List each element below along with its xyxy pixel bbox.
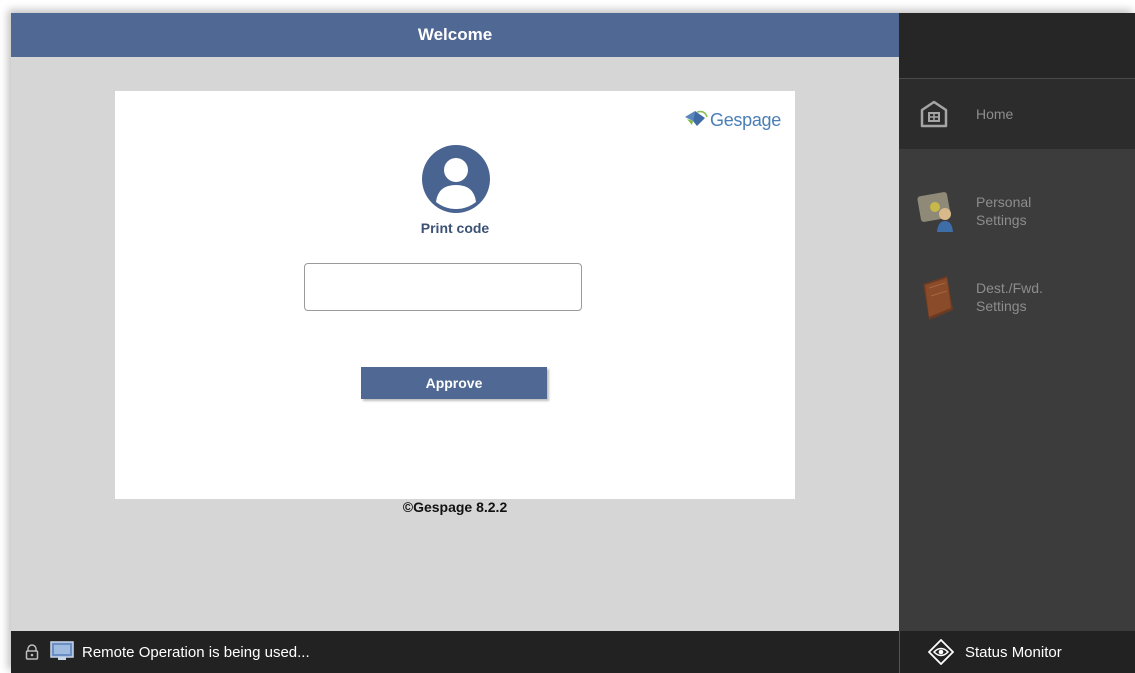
page-title: Welcome (417, 25, 493, 44)
side-item-home[interactable]: Home (899, 79, 1135, 149)
gespage-logo-icon (685, 110, 708, 126)
side-menu-header (899, 13, 1135, 79)
dest-fwd-settings-label: Dest./Fwd. Settings (976, 279, 1043, 315)
print-code-input[interactable] (304, 263, 582, 311)
home-icon (920, 100, 948, 128)
gespage-logo: Gespage (683, 109, 781, 131)
status-monitor-label: Status Monitor (965, 643, 1062, 661)
dest-fwd-settings-line2: Settings (976, 298, 1027, 314)
approve-button[interactable]: Approve (361, 367, 547, 399)
print-code-label: Print code (420, 220, 490, 236)
logo-text: Gespage (710, 109, 781, 130)
copyright-text: ©Gespage 8.2.2 (402, 499, 508, 515)
lock-icon[interactable] (25, 644, 39, 660)
side-menu: Home Personal Settings Dest./Fwd. Settin… (899, 13, 1135, 631)
remote-operation-icon (50, 641, 74, 660)
page-title-bar: Welcome (11, 13, 899, 57)
user-avatar-icon (422, 145, 490, 213)
login-card: Gespage Print code Approve (115, 91, 795, 499)
status-monitor-icon (928, 639, 954, 665)
side-item-dest-fwd-settings[interactable]: Dest./Fwd. Settings (899, 263, 1135, 333)
dest-fwd-settings-line1: Dest./Fwd. (976, 280, 1043, 296)
home-label: Home (976, 106, 1014, 122)
personal-settings-icon (917, 192, 953, 232)
main-area: Welcome Gespage Print code Approve ©Gesp… (11, 13, 899, 631)
device-screen: Welcome Gespage Print code Approve ©Gesp… (11, 13, 1135, 673)
remote-operation-text: Remote Operation is being used... (82, 643, 310, 661)
personal-settings-label: Personal Settings (976, 193, 1031, 229)
personal-settings-line1: Personal (976, 194, 1032, 210)
side-item-personal-settings[interactable]: Personal Settings (899, 177, 1135, 247)
status-bar: Remote Operation is being used... Status… (11, 631, 1135, 673)
personal-settings-line2: Settings (976, 212, 1027, 228)
address-book-icon (923, 276, 953, 320)
